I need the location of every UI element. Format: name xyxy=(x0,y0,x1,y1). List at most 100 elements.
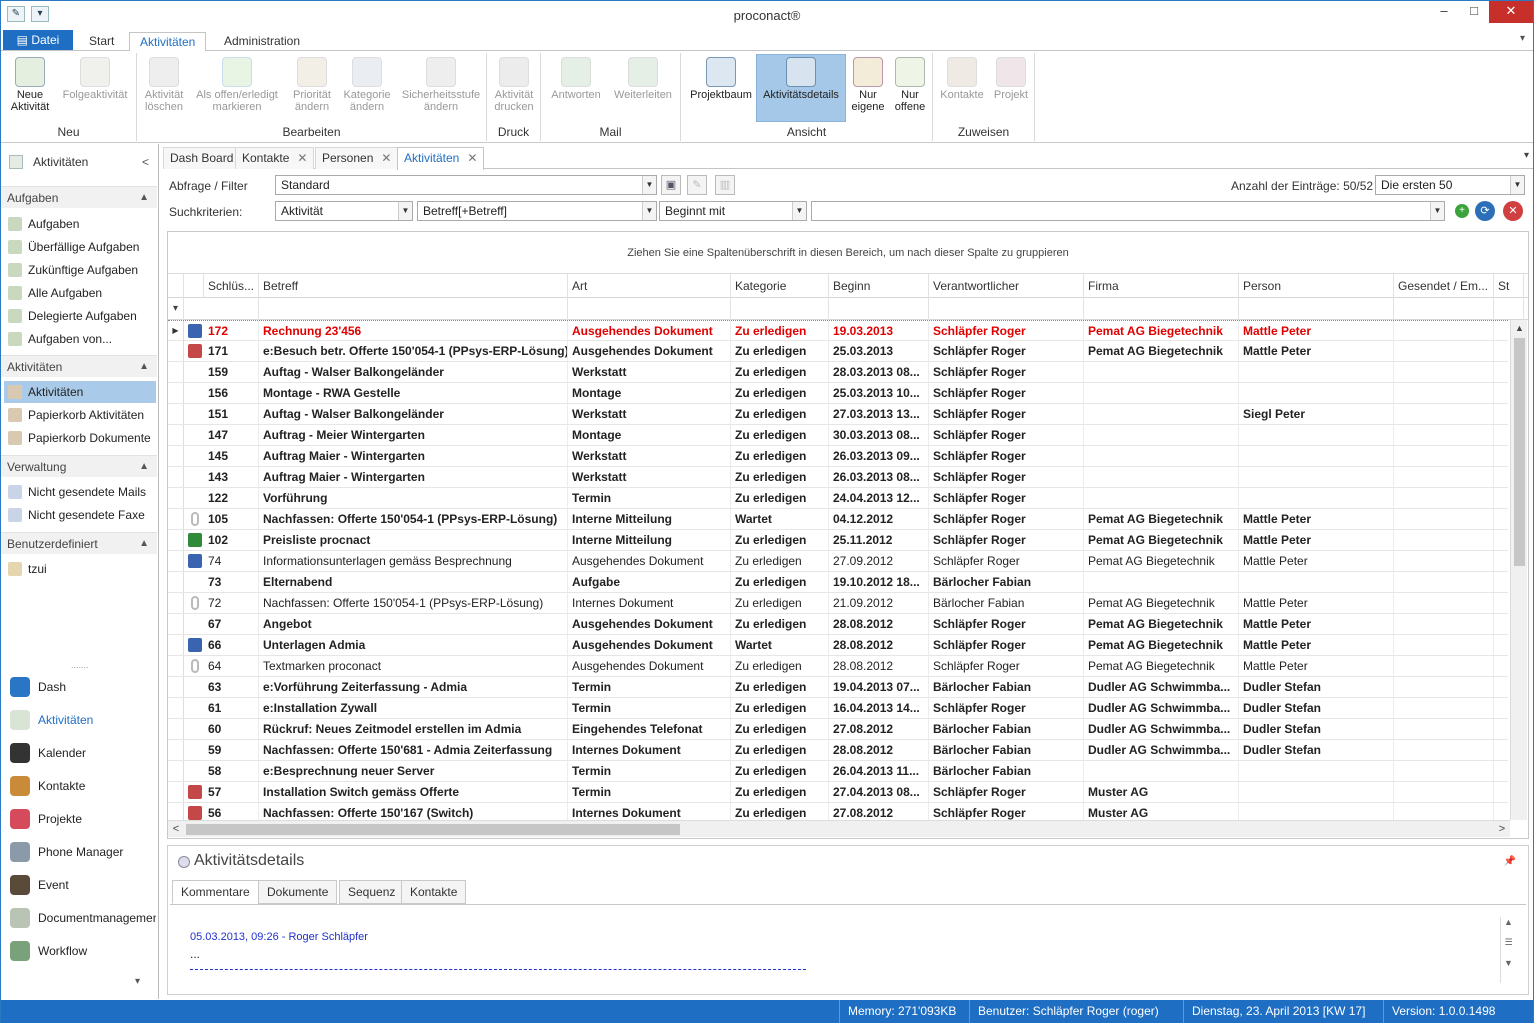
filter-row-icon[interactable]: ▾ xyxy=(168,298,184,320)
nav-item[interactable]: Kontakte xyxy=(4,771,156,801)
table-row[interactable]: 151 Auftag - Walser Balkongeländer Werksta… xyxy=(168,404,1508,425)
delete-filter-button[interactable]: ▥ xyxy=(715,175,735,195)
only-own-button[interactable]: Nur eigene xyxy=(847,55,889,113)
row-indicator[interactable] xyxy=(168,509,184,529)
activity-details-button[interactable]: Aktivitätsdetails xyxy=(756,54,846,122)
table-row[interactable]: 64 Textmarken proconact Ausgehendes Dokume… xyxy=(168,656,1508,677)
column-header[interactable]: Betreff xyxy=(259,274,568,298)
tab-kontakte-details[interactable]: Kontakte xyxy=(401,880,467,904)
row-indicator[interactable] xyxy=(168,551,184,571)
column-filter-cell[interactable] xyxy=(731,298,829,320)
column-filter-cell[interactable] xyxy=(1394,298,1494,320)
table-row[interactable]: 72 Nachfassen: Offerte 150'054-1 (PPsys-E… xyxy=(168,593,1508,614)
tab-sequenz[interactable]: Sequenz xyxy=(339,880,405,904)
horizontal-scrollbar[interactable]: < > xyxy=(168,820,1510,837)
table-row[interactable]: 122 Vorführung Termin Zu erledigen 24.04.201… xyxy=(168,488,1508,509)
nav-item[interactable]: Event xyxy=(4,870,156,900)
row-indicator[interactable] xyxy=(168,467,184,487)
project-tree-button[interactable]: Projektbaum xyxy=(685,55,757,101)
nav-item[interactable]: Documentmanagement xyxy=(4,903,156,933)
criteria-value-input[interactable]: ▼ xyxy=(811,201,1445,221)
row-indicator[interactable] xyxy=(168,656,184,676)
nav-item[interactable]: Projekte xyxy=(4,804,156,834)
tab-dokumente[interactable]: Dokumente xyxy=(258,880,338,904)
scroll-left-icon[interactable]: < xyxy=(168,821,184,838)
table-row[interactable]: 66 Unterlagen Admia Ausgehendes Dokument Wa… xyxy=(168,635,1508,656)
forward-button[interactable]: Weiterleiten xyxy=(609,55,677,101)
criteria-subfield-select[interactable]: Betreff[+Betreff] ▼ xyxy=(417,201,657,221)
scroll-up-icon[interactable]: ▲ xyxy=(1511,320,1528,336)
change-priority-button[interactable]: Priorität ändern xyxy=(287,55,337,113)
column-header[interactable]: St xyxy=(1494,274,1524,298)
sidebar-section-1[interactable]: Aktivitäten ▲ xyxy=(1,355,157,377)
collapse-sidebar-icon[interactable]: < xyxy=(142,149,149,175)
table-row[interactable]: 145 Auftrag Maier - Wintergarten Werkstatt… xyxy=(168,446,1508,467)
table-row[interactable]: 57 Installation Switch gemäss Offerte Term… xyxy=(168,782,1508,803)
row-indicator[interactable] xyxy=(168,614,184,634)
nav-item[interactable]: Aktivitäten xyxy=(4,705,156,735)
column-header[interactable]: Kategorie xyxy=(731,274,829,298)
sidebar-item[interactable]: Aufgaben von... xyxy=(4,328,156,350)
column-filter-cell[interactable] xyxy=(1494,298,1524,320)
nav-item[interactable]: Dash xyxy=(4,672,156,702)
ribbon-collapse-icon[interactable]: ▾ xyxy=(1520,33,1525,44)
table-row[interactable]: 63 e:Vorführung Zeiterfassung - Admia Term… xyxy=(168,677,1508,698)
add-criteria-icon[interactable]: + xyxy=(1455,204,1469,218)
row-indicator[interactable] xyxy=(168,404,184,424)
group-by-area[interactable]: Ziehen Sie eine Spaltenüberschrift in di… xyxy=(168,232,1528,274)
sidebar-item[interactable]: Papierkorb Dokumente xyxy=(4,427,156,449)
table-row[interactable]: 102 Preisliste procnact Interne Mitteilung… xyxy=(168,530,1508,551)
sidebar-item[interactable]: Alle Aufgaben xyxy=(4,282,156,304)
row-indicator[interactable] xyxy=(168,761,184,781)
sidebar-item[interactable]: Papierkorb Aktivitäten xyxy=(4,404,156,426)
tab-aktivitaeten[interactable]: Aktivitäten xyxy=(129,32,207,52)
chevron-up-icon[interactable]: ▲ xyxy=(139,456,149,478)
reply-button[interactable]: Antworten xyxy=(545,55,607,101)
save-filter-button[interactable]: ▣ xyxy=(661,175,681,195)
tab-kontakte[interactable]: Kontakte ✕ xyxy=(235,147,315,169)
sidebar-splitter[interactable]: ....... xyxy=(71,660,89,670)
row-indicator[interactable] xyxy=(168,698,184,718)
column-header[interactable]: Verantwortlicher xyxy=(929,274,1084,298)
table-row[interactable]: ▶ 172 Rechnung 23'456 Ausgehendes Dokument Z… xyxy=(168,320,1508,341)
criteria-operator-select[interactable]: Beginnt mit ▼ xyxy=(659,201,807,221)
sidebar-item[interactable]: Nicht gesendete Mails xyxy=(4,481,156,503)
row-indicator[interactable] xyxy=(168,572,184,592)
table-row[interactable]: 61 e:Installation Zywall Termin Zu erledige… xyxy=(168,698,1508,719)
tab-start[interactable]: Start xyxy=(79,32,124,52)
maximize-button[interactable]: □ xyxy=(1459,1,1489,23)
query-filter-select[interactable]: Standard ▼ xyxy=(275,175,657,195)
search-button[interactable]: ⟳ xyxy=(1475,201,1495,221)
column-header[interactable]: Beginn xyxy=(829,274,929,298)
column-header[interactable]: Schlüs... xyxy=(204,274,259,298)
assign-project-button[interactable]: Projekt xyxy=(989,55,1033,101)
criteria-field-select[interactable]: Aktivität ▼ xyxy=(275,201,413,221)
column-header[interactable]: Firma xyxy=(1084,274,1239,298)
change-category-button[interactable]: Kategorie ändern xyxy=(339,55,395,113)
tab-administration[interactable]: Administration xyxy=(214,32,310,52)
horizontal-scroll-thumb[interactable] xyxy=(186,824,680,835)
row-indicator[interactable] xyxy=(168,383,184,403)
table-row[interactable]: 147 Auftrag - Meier Wintergarten Montage Zu… xyxy=(168,425,1508,446)
row-indicator[interactable] xyxy=(168,362,184,382)
column-filter-cell[interactable] xyxy=(259,298,568,320)
column-filter-cell[interactable] xyxy=(568,298,731,320)
column-filter-cell[interactable] xyxy=(929,298,1084,320)
row-indicator[interactable] xyxy=(168,740,184,760)
minimize-button[interactable]: – xyxy=(1429,1,1459,23)
table-row[interactable]: 58 e:Besprechnung neuer Server Termin Zu er… xyxy=(168,761,1508,782)
sidebar-item[interactable]: Nicht gesendete Faxe xyxy=(4,504,156,526)
row-indicator[interactable] xyxy=(168,341,184,361)
row-indicator[interactable] xyxy=(168,425,184,445)
file-menu-button[interactable]: ▤ Datei xyxy=(3,30,73,50)
print-activity-button[interactable]: Aktivität drucken xyxy=(489,55,539,113)
entry-limit-select[interactable]: Die ersten 50 ▼ xyxy=(1375,175,1525,195)
table-row[interactable]: 143 Auftrag Maier - Wintergarten Werkstatt… xyxy=(168,467,1508,488)
nav-item[interactable]: Phone Manager xyxy=(4,837,156,867)
nav-item[interactable]: Kalender xyxy=(4,738,156,768)
sidebar-item[interactable]: Delegierte Aufgaben xyxy=(4,305,156,327)
row-indicator[interactable] xyxy=(168,782,184,802)
reset-search-button[interactable]: ✕ xyxy=(1503,201,1523,221)
tab-kommentare[interactable]: Kommentare xyxy=(172,880,259,904)
table-row[interactable]: 159 Auftag - Walser Balkongeländer Werksta… xyxy=(168,362,1508,383)
